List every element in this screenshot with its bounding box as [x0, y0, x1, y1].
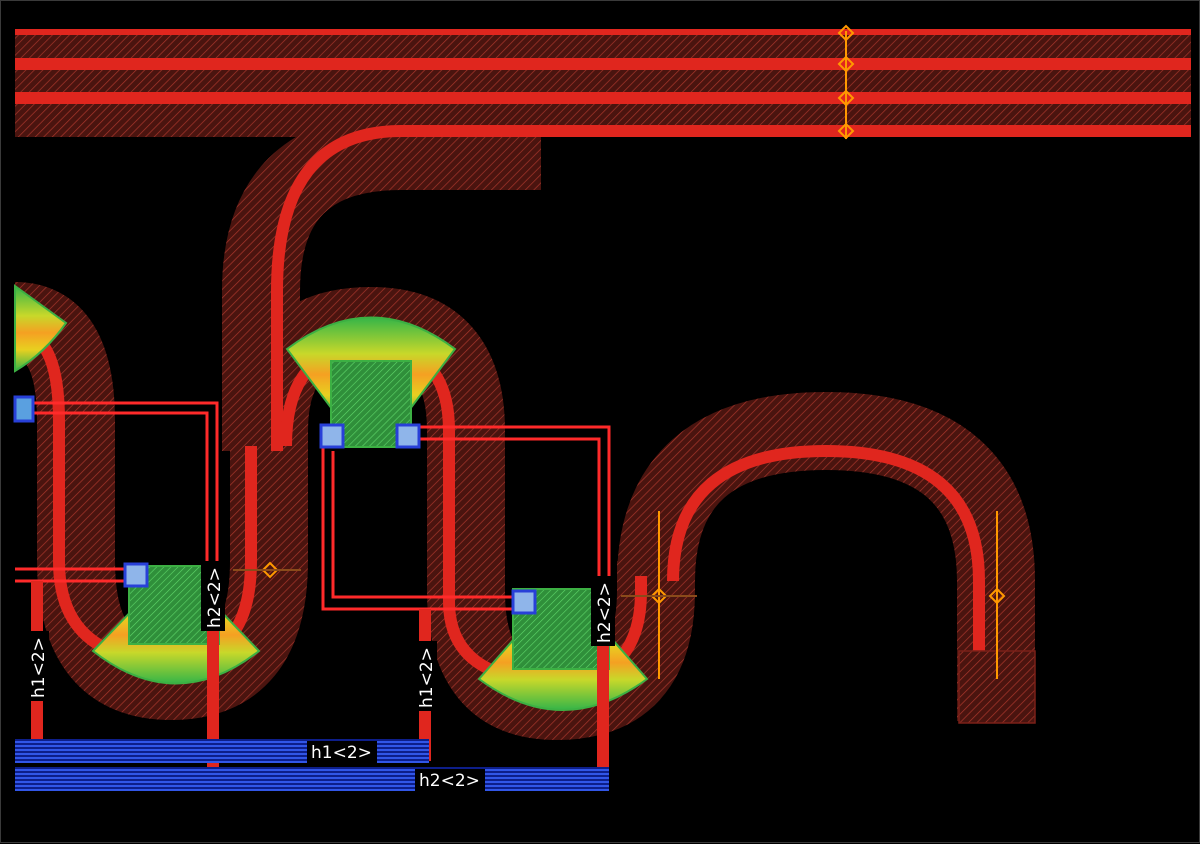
photonic-layout-view: h1<2> h2<2> h1<2> h2<2> h1<2> h2<2> — [12, 24, 1191, 791]
label-h1-mid: h1<2> — [417, 647, 437, 708]
layout-canvas[interactable]: h1<2> h2<2> h1<2> h2<2> h1<2> h2<2> — [0, 0, 1200, 843]
waveguide-top-2 — [15, 58, 1191, 70]
bus-h2 — [15, 767, 609, 791]
waveguide-right-arch — [667, 444, 985, 651]
pad-mid-right — [395, 423, 421, 449]
waveguide-top-1 — [15, 29, 1191, 35]
pad-lower-middle — [511, 589, 537, 615]
label-h2-mid: h2<2> — [595, 582, 615, 643]
label-h1-left: h1<2> — [29, 637, 49, 698]
top-waveguide-bundle — [15, 29, 1191, 137]
waveguide-top-3 — [15, 92, 1191, 104]
pad-lower-left — [123, 562, 149, 588]
label-h2-left: h2<2> — [205, 567, 225, 628]
label-bus-h1: h1<2> — [311, 743, 372, 763]
pad-mid-left — [319, 423, 345, 449]
pad-left-upper — [13, 395, 35, 423]
top-cladding-band — [15, 31, 1191, 137]
label-bus-h2: h2<2> — [419, 771, 480, 791]
